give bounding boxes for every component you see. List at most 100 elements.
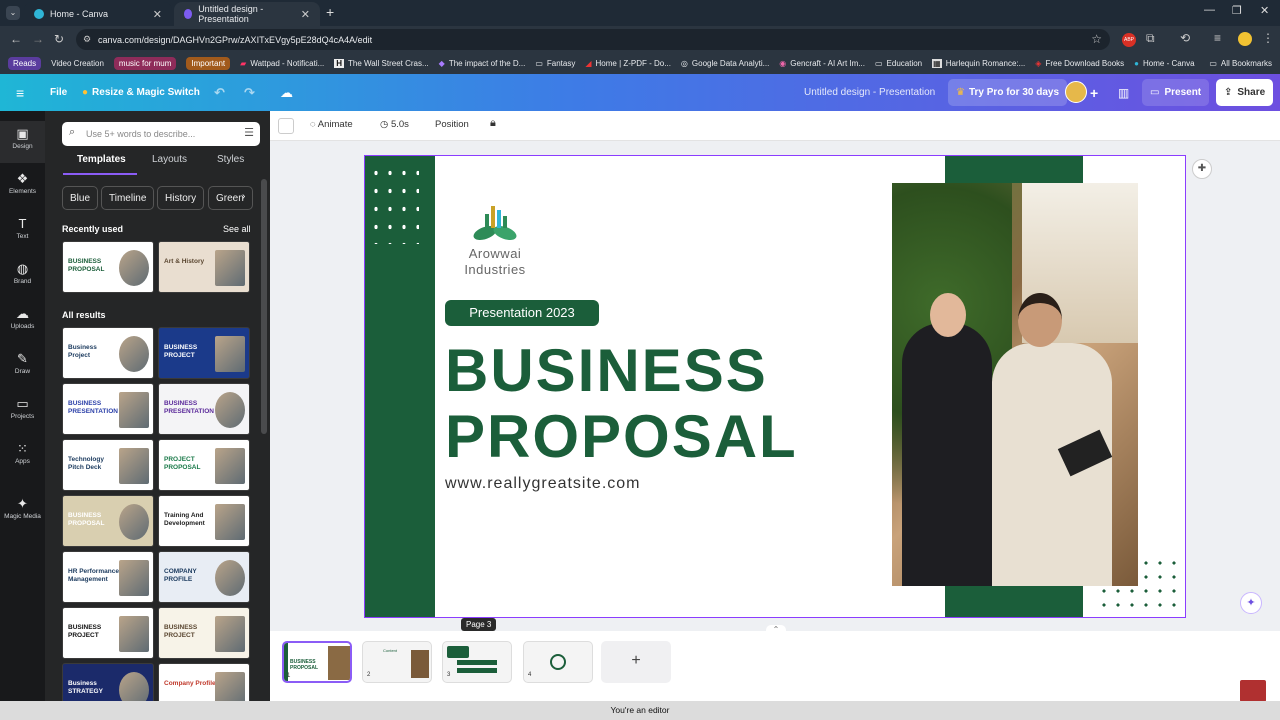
slide-canvas[interactable]: Arowwai Industries Presentation 2023 BUS… — [364, 155, 1186, 618]
taskbar-thumbnail[interactable] — [1240, 680, 1266, 702]
undo-icon[interactable]: ↶ — [214, 74, 225, 111]
tab-layouts[interactable]: Layouts — [152, 154, 187, 165]
result-template-thumb[interactable]: COMPANY PROFILE — [158, 551, 250, 603]
close-window-icon[interactable]: ✕ — [1260, 4, 1269, 17]
cloud-saved-icon[interactable]: ☁ — [280, 74, 293, 111]
bookmark-fantasy[interactable]: ▭ Fantasy — [535, 59, 575, 68]
result-template-thumb[interactable]: BUSINESS PROJECT — [158, 327, 250, 379]
rail-item-elements[interactable]: ❖ Elements — [0, 166, 45, 208]
bookmark-zpdf[interactable]: ◢ Home | Z-PDF - Do... — [585, 59, 671, 68]
reload-icon[interactable]: ↻ — [54, 32, 64, 46]
chip-blue[interactable]: Blue — [62, 186, 99, 210]
address-bar[interactable]: ⚙ canva.com/design/DAGHVn2GPrw/zAXITxEVg… — [76, 29, 1110, 50]
close-tab-icon[interactable]: ✕ — [301, 8, 310, 21]
see-all-link[interactable]: See all — [223, 224, 251, 234]
browser-menu-icon[interactable]: ⋮ — [1262, 31, 1274, 45]
result-template-thumb[interactable]: Training And Development — [158, 495, 250, 547]
history-icon[interactable]: ⟲ — [1180, 31, 1190, 45]
rail-item-text[interactable]: T Text — [0, 211, 45, 253]
try-pro-button[interactable]: ♛ Try Pro for 30 days — [948, 79, 1068, 106]
tab-search-chevron-icon[interactable]: ⌄ — [6, 6, 20, 20]
resize-magic-switch-button[interactable]: ● Resize & Magic Switch — [82, 74, 200, 111]
redo-icon[interactable]: ↷ — [244, 74, 255, 111]
bookmark-home-canva[interactable]: ● Home - Canva — [1134, 59, 1194, 68]
adblock-extension-icon[interactable]: ABP — [1122, 33, 1136, 47]
site-info-icon[interactable]: ⚙ — [83, 34, 91, 45]
user-avatar[interactable] — [1065, 81, 1087, 103]
result-template-thumb[interactable]: PROJECT PROPOSAL — [158, 439, 250, 491]
bookmark-important[interactable]: Important — [186, 57, 231, 70]
recent-template-thumb[interactable]: Art & History — [158, 241, 250, 293]
rail-item-apps[interactable]: ⁙ Apps — [0, 436, 45, 478]
rail-item-design[interactable]: ▣ Design — [0, 121, 45, 163]
chip-history[interactable]: History — [157, 186, 205, 210]
magic-assistant-icon[interactable]: ✦ — [1240, 592, 1262, 614]
close-tab-icon[interactable]: ✕ — [153, 8, 162, 21]
add-page-button[interactable]: + — [601, 641, 671, 683]
document-title[interactable]: Untitled design - Presentation — [804, 74, 935, 111]
result-template-thumb[interactable]: BUSINESS PROJECT — [62, 607, 154, 659]
file-menu-button[interactable]: File — [50, 74, 67, 111]
back-icon[interactable]: ← — [10, 32, 22, 46]
browser-tab-home-canva[interactable]: Home - Canva ✕ — [24, 2, 172, 26]
minimize-window-icon[interactable]: — — [1204, 4, 1215, 16]
browser-tab-untitled-design[interactable]: Untitled design - Presentation ✕ — [174, 2, 320, 26]
bookmark-google-data[interactable]: ◎ Google Data Analyti... — [681, 59, 769, 68]
tab-templates[interactable]: Templates — [77, 154, 126, 165]
bookmark-harlequin[interactable]: ▦ Harlequin Romance:... — [932, 59, 1025, 68]
result-template-thumb[interactable]: HR Performance Management — [62, 551, 154, 603]
new-tab-icon[interactable]: + — [326, 4, 334, 20]
share-button[interactable]: ⇪ Share — [1216, 79, 1274, 106]
filter-icon[interactable]: ☰ — [244, 126, 254, 139]
page-thumb-3[interactable]: 3 — [442, 641, 512, 683]
page-thumb-4[interactable]: 4 — [523, 641, 593, 683]
lock-icon[interactable]: 🔒︎ — [490, 117, 496, 130]
bookmark-wsj[interactable]: H The Wall Street Cras... — [334, 59, 429, 68]
add-collaborator-icon[interactable]: + — [1090, 74, 1098, 111]
pages-collapse-chevron-icon[interactable]: ⌃ — [766, 625, 786, 635]
result-template-thumb[interactable]: BUSINESS PRESENTATION — [62, 383, 154, 435]
chip-green[interactable]: Green — [208, 186, 253, 210]
position-button[interactable]: Position — [435, 119, 469, 130]
recent-template-thumb[interactable]: BUSINESS PROPOSAL — [62, 241, 154, 293]
bookmark-star-icon[interactable]: ☆ — [1091, 32, 1102, 46]
bookmark-gencraft[interactable]: ◉ Gencraft - AI Art Im... — [779, 59, 865, 68]
rail-item-draw[interactable]: ✎ Draw — [0, 346, 45, 388]
chips-next-chevron-icon[interactable]: › — [242, 191, 245, 202]
page-thumb-1[interactable]: BUSINESS PROPOSAL 1 — [282, 641, 352, 683]
page-thumb-2[interactable]: Content 2 — [362, 641, 432, 683]
main-menu-icon[interactable]: ≡ — [16, 74, 24, 111]
bookmark-video-creation[interactable]: Video Creation — [51, 59, 104, 68]
result-template-thumb[interactable]: BUSINESS PRESENTATION — [158, 383, 250, 435]
profile-avatar[interactable] — [1238, 32, 1252, 46]
result-template-thumb[interactable]: Business Project — [62, 327, 154, 379]
extensions-icon[interactable]: ⧉ — [1146, 31, 1155, 46]
animate-button[interactable]: ◌ Animate — [310, 119, 353, 130]
result-template-thumb[interactable]: Technology Pitch Deck — [62, 439, 154, 491]
rail-item-brand[interactable]: ◍ Brand — [0, 256, 45, 298]
bookmark-music-for-mum[interactable]: music for mum — [113, 57, 177, 70]
tab-styles[interactable]: Styles — [217, 154, 244, 165]
result-template-thumb[interactable]: BUSINESS PROJECT — [158, 607, 250, 659]
panel-scrollbar[interactable] — [261, 179, 267, 434]
bookmark-wattpad[interactable]: ▰ Wattpad - Notificati... — [240, 59, 324, 68]
background-color-swatch[interactable] — [278, 118, 294, 134]
bookmark-all-bookmarks[interactable]: ▭ All Bookmarks — [1209, 59, 1272, 68]
rail-item-projects[interactable]: ▭ Projects — [0, 391, 45, 433]
bookmark-reads[interactable]: Reads — [8, 57, 42, 70]
bookmark-free-download-books[interactable]: ◈ Free Download Books — [1035, 59, 1124, 68]
bookmark-impact[interactable]: ◆ The impact of the D... — [439, 59, 526, 68]
insights-icon[interactable]: ▥ — [1118, 74, 1129, 111]
chip-timeline[interactable]: Timeline — [101, 186, 155, 210]
duration-button[interactable]: ◷ 5.0s — [380, 119, 409, 130]
restore-window-icon[interactable]: ❐ — [1232, 4, 1242, 17]
present-button[interactable]: ▭ Present — [1142, 79, 1210, 106]
rail-item-magic-media[interactable]: ✦ Magic Media — [0, 491, 45, 533]
bookmark-education[interactable]: ▭ Education — [875, 59, 922, 68]
template-search-input[interactable]: ⌕ Use 5+ words to describe... ☰ — [62, 122, 260, 146]
side-panel-icon[interactable]: ≡ — [1214, 31, 1221, 45]
forward-icon[interactable]: → — [32, 32, 44, 46]
result-template-thumb[interactable]: BUSINESS PROPOSAL — [62, 495, 154, 547]
comment-add-icon[interactable]: ✚ — [1192, 159, 1212, 179]
rail-item-uploads[interactable]: ☁ Uploads — [0, 301, 45, 343]
